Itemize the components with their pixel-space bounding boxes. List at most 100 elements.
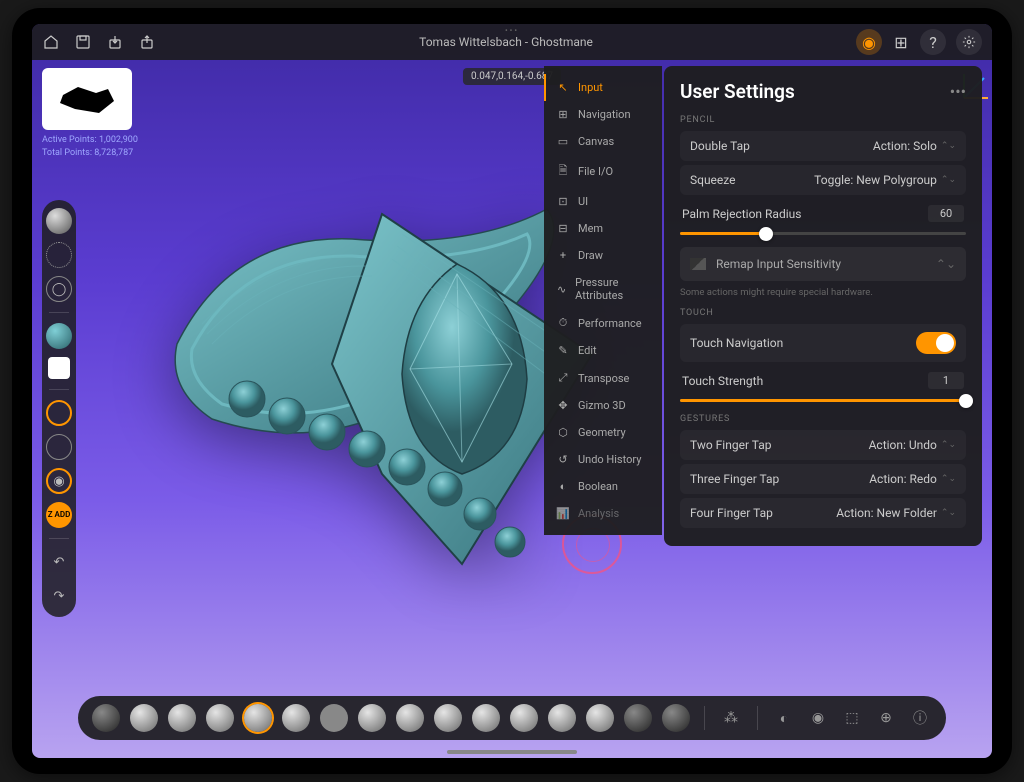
undo-icon[interactable]: ↶: [46, 549, 72, 575]
brush-14[interactable]: [586, 704, 614, 732]
section-pencil: PENCIL: [680, 115, 966, 125]
lasso-tool-icon[interactable]: [46, 242, 72, 268]
redo-icon[interactable]: ↷: [46, 583, 72, 609]
nav-item-analysis[interactable]: 📊Analysis: [544, 500, 662, 527]
four-finger-row[interactable]: Four Finger Tap Action: New Folder⌃⌄: [680, 498, 966, 528]
brush-size-icon[interactable]: [46, 400, 72, 426]
brush-11[interactable]: [472, 704, 500, 732]
remap-sensitivity-row[interactable]: Remap Input Sensitivity ⌃⌄: [680, 247, 966, 281]
double-tap-row[interactable]: Double Tap Action: Solo⌃⌄: [680, 131, 966, 161]
brush-4[interactable]: [206, 704, 234, 732]
separator: [49, 389, 69, 390]
nav-item-draw[interactable]: +Draw: [544, 242, 662, 269]
nav-item-boolean[interactable]: ◐Boolean: [544, 473, 662, 500]
brush-13[interactable]: [548, 704, 576, 732]
file-icon: 🗎: [556, 162, 570, 181]
brush-6[interactable]: [282, 704, 310, 732]
symmetry-icon[interactable]: ⁂: [719, 706, 743, 730]
brush-2[interactable]: [130, 704, 158, 732]
brush-10[interactable]: [434, 704, 462, 732]
color-swatch-white[interactable]: [48, 357, 70, 379]
color-swatch-teal[interactable]: [46, 323, 72, 349]
brush-3[interactable]: [168, 704, 196, 732]
palm-radius-slider[interactable]: [680, 232, 966, 235]
touch-nav-toggle[interactable]: [916, 332, 956, 354]
brush-intensity-icon[interactable]: [46, 434, 72, 460]
app-screen: ••• Tomas Wittelsbach - Ghostmane ◉ ⊞ ? …: [32, 24, 992, 758]
separator: [49, 538, 69, 539]
section-touch: TOUCH: [680, 308, 966, 318]
brush-12[interactable]: [510, 704, 538, 732]
brush-focal-icon[interactable]: ◉: [46, 468, 72, 494]
home-icon[interactable]: [42, 33, 60, 51]
three-finger-row[interactable]: Three Finger Tap Action: Redo⌃⌄: [680, 464, 966, 494]
brush-bar: ⁂ ◐ ◉ ⬚ ⊕ ⓘ: [78, 696, 946, 740]
hardware-hint: Some actions might require special hardw…: [680, 287, 966, 298]
document-title: Tomas Wittelsbach - Ghostmane: [170, 35, 842, 49]
nav-item-ui[interactable]: ⊡UI: [544, 188, 662, 215]
share-icon[interactable]: [138, 33, 156, 51]
more-icon[interactable]: •••: [950, 82, 966, 101]
record-icon[interactable]: ◯: [46, 276, 72, 302]
brush-5-active[interactable]: [244, 704, 272, 732]
curve-ramp-icon: [690, 258, 706, 270]
material-sphere-icon[interactable]: [46, 208, 72, 234]
brush-9[interactable]: [396, 704, 424, 732]
brush-15[interactable]: [624, 704, 652, 732]
touch-strength-slider[interactable]: [680, 399, 966, 402]
brush-8[interactable]: [358, 704, 386, 732]
nav-item-pressure[interactable]: ∿Pressure Attributes: [544, 269, 662, 309]
squeeze-row[interactable]: Squeeze Toggle: New Polygroup⌃⌄: [680, 165, 966, 195]
brush-16[interactable]: [662, 704, 690, 732]
chart-icon: 📊: [556, 507, 570, 520]
drag-handle-dots[interactable]: •••: [505, 26, 519, 35]
palm-radius-value[interactable]: 60: [928, 205, 964, 222]
palm-rejection-row: Palm Rejection Radius 60: [680, 199, 966, 224]
gizmo-icon: ✥: [556, 399, 570, 412]
nav-item-input[interactable]: ↖Input: [544, 74, 662, 101]
transpose-icon: ⤢: [556, 371, 570, 385]
nav-item-navigation[interactable]: ⊞Navigation: [544, 101, 662, 128]
touch-strength-value[interactable]: 1: [928, 372, 964, 389]
nav-item-fileio[interactable]: 🗎File I/O: [544, 155, 662, 188]
chevron-updown-icon: ⌃⌄: [941, 175, 956, 185]
lightbulb-icon[interactable]: ◉: [856, 29, 882, 55]
panel-title: User Settings: [680, 80, 795, 103]
subtool-thumbnail[interactable]: [42, 68, 132, 130]
visibility-icon[interactable]: ◉: [806, 706, 830, 730]
chevron-updown-icon: ⌃⌄: [941, 440, 956, 450]
nav-item-canvas[interactable]: ▭Canvas: [544, 128, 662, 155]
brush-7[interactable]: [320, 704, 348, 732]
settings-gear-icon[interactable]: [956, 29, 982, 55]
import-icon[interactable]: [106, 33, 124, 51]
two-finger-row[interactable]: Two Finger Tap Action: Undo⌃⌄: [680, 430, 966, 460]
chevron-updown-icon: ⌃⌄: [941, 141, 956, 151]
mask-icon[interactable]: ◐: [772, 706, 796, 730]
wireframe-icon[interactable]: ⬚: [840, 706, 864, 730]
pencil-icon: ✎: [556, 344, 570, 357]
home-indicator[interactable]: [447, 750, 577, 754]
thumbnail-panel: Active Points: 1,002,900 Total Points: 8…: [42, 68, 138, 159]
nav-item-geometry[interactable]: ⬡Geometry: [544, 419, 662, 446]
separator: [757, 706, 758, 730]
top-bar: ••• Tomas Wittelsbach - Ghostmane ◉ ⊞ ?: [32, 24, 992, 60]
ui-icon: ⊡: [556, 195, 570, 208]
info-icon[interactable]: ⓘ: [908, 706, 932, 730]
separator: [704, 706, 705, 730]
save-icon[interactable]: [74, 33, 92, 51]
settings-panel: User Settings ••• PENCIL Double Tap Acti…: [664, 66, 982, 546]
brush-1[interactable]: [92, 704, 120, 732]
panels-icon[interactable]: ⊞: [892, 33, 910, 51]
compass-icon: ⊞: [556, 108, 570, 121]
nav-item-undo-history[interactable]: ↺Undo History: [544, 446, 662, 473]
nav-item-transpose[interactable]: ⤢Transpose: [544, 364, 662, 392]
separator: [49, 312, 69, 313]
nav-item-gizmo[interactable]: ✥Gizmo 3D: [544, 392, 662, 419]
nav-item-edit[interactable]: ✎Edit: [544, 337, 662, 364]
add-mesh-icon[interactable]: ⊕: [874, 706, 898, 730]
help-icon[interactable]: ?: [920, 29, 946, 55]
nav-item-performance[interactable]: ⏱Performance: [544, 309, 662, 337]
top-right-icons: ◉ ⊞ ?: [856, 29, 982, 55]
zadd-button[interactable]: Z ADD: [46, 502, 72, 528]
nav-item-mem[interactable]: ⊟Mem: [544, 215, 662, 242]
